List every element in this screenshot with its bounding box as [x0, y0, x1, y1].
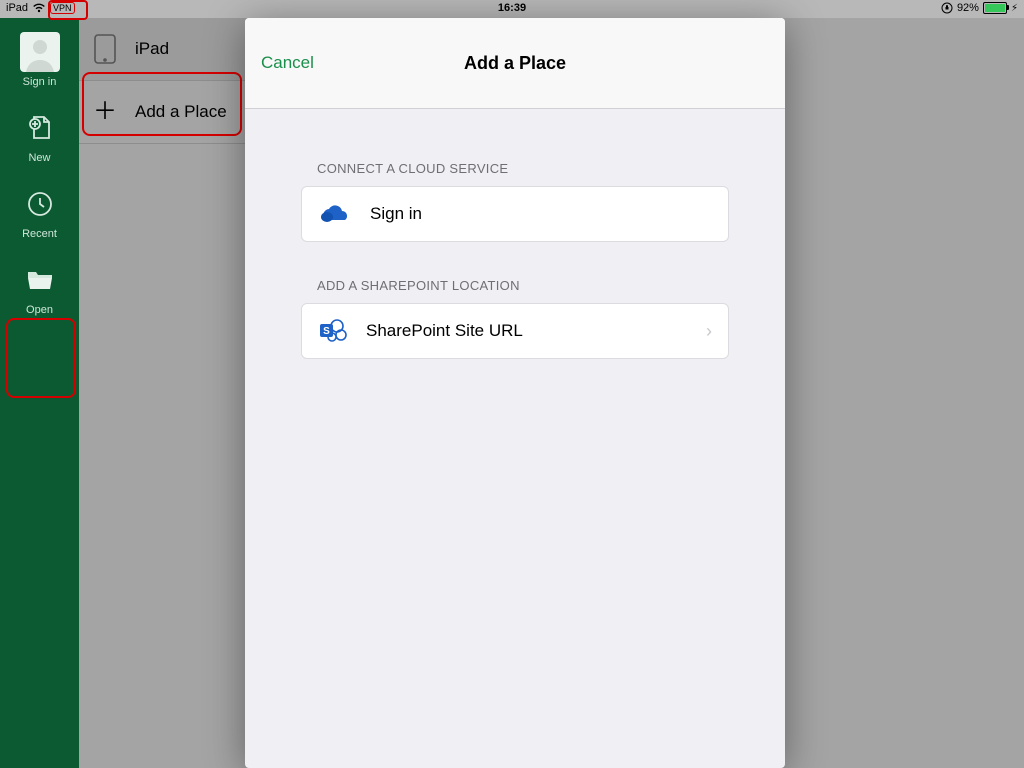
modal-title: Add a Place — [245, 53, 785, 74]
sidebar-item-new[interactable]: New — [0, 104, 79, 170]
recent-label: Recent — [0, 228, 79, 240]
ipad-device-icon — [93, 34, 117, 64]
sidebar-item-signin[interactable]: Sign in — [0, 18, 79, 94]
onedrive-icon — [318, 203, 352, 225]
open-folder-icon — [0, 262, 79, 298]
plus-icon: ＋ — [93, 100, 117, 124]
ios-status-bar: iPad VPN 16:39 92% ⚡︎ — [0, 0, 1024, 18]
cancel-button[interactable]: Cancel — [261, 53, 314, 73]
svg-text:S: S — [323, 326, 330, 337]
cloud-signin-label: Sign in — [370, 204, 422, 224]
battery-icon — [983, 2, 1007, 14]
modal-header: Cancel Add a Place — [245, 18, 785, 109]
sharepoint-url-cell[interactable]: S SharePoint Site URL › — [301, 303, 729, 359]
sharepoint-url-label: SharePoint Site URL — [366, 321, 523, 341]
sidebar-item-open[interactable]: Open — [0, 256, 79, 322]
new-label: New — [0, 152, 79, 164]
clock: 16:39 — [0, 2, 1024, 14]
signin-label: Sign in — [0, 76, 79, 88]
recent-icon — [0, 186, 79, 222]
orientation-lock-icon — [941, 2, 953, 14]
left-sidebar: Sign in New Recent — [0, 18, 79, 768]
new-file-icon — [0, 110, 79, 146]
sharepoint-icon: S — [318, 318, 348, 344]
place-add-label: Add a Place — [135, 102, 227, 122]
open-label: Open — [0, 304, 79, 316]
charging-icon: ⚡︎ — [1011, 3, 1018, 14]
place-ipad-label: iPad — [135, 39, 169, 59]
avatar-icon — [0, 34, 79, 70]
add-place-modal: Cancel Add a Place CONNECT A CLOUD SERVI… — [245, 18, 785, 768]
section-cloud-title: CONNECT A CLOUD SERVICE — [317, 161, 785, 176]
sidebar-item-recent[interactable]: Recent — [0, 180, 79, 246]
battery-pct: 92% — [957, 2, 979, 14]
chevron-right-icon: › — [706, 321, 712, 342]
cloud-signin-cell[interactable]: Sign in — [301, 186, 729, 242]
section-sp-title: ADD A SHAREPOINT LOCATION — [317, 278, 785, 293]
